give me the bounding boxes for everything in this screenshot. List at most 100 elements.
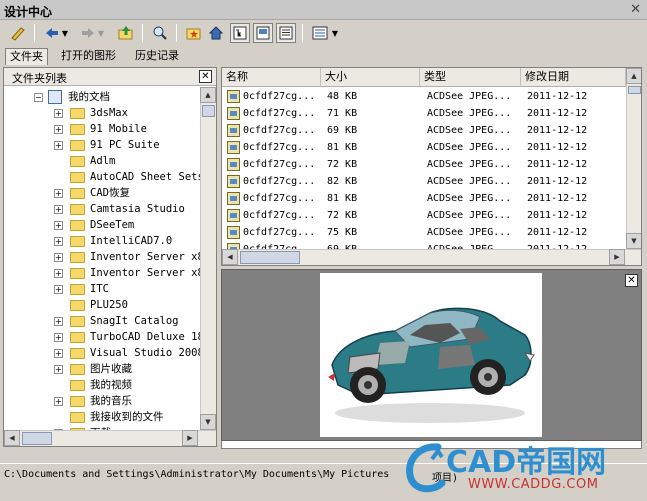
- expand-icon[interactable]: +: [54, 317, 63, 326]
- tree-item-label: DSeeTem: [90, 219, 135, 231]
- tree-item-label: 我的音乐: [90, 395, 132, 407]
- file-row[interactable]: 0cfdf27cg... 71 KB ACDSee JPEG... 2011-12-1…: [222, 105, 626, 122]
- tab-folders[interactable]: 文件夹: [5, 48, 48, 65]
- tree-item[interactable]: + Visual Studio 2008: [4, 345, 201, 361]
- scroll-up-icon[interactable]: ▲: [626, 68, 641, 84]
- folder-icon: [70, 380, 85, 391]
- back-dropdown-icon[interactable]: ▼: [60, 23, 70, 43]
- file-row[interactable]: 0cfdf27cg... 82 KB ACDSee JPEG... 2011-12-1…: [222, 173, 626, 190]
- tree-item[interactable]: + 我的音乐: [4, 393, 201, 409]
- tree-item[interactable]: + CAD恢复: [4, 185, 201, 201]
- tree-item[interactable]: + ITC: [4, 281, 201, 297]
- tab-open-drawings[interactable]: 打开的图形: [57, 48, 120, 65]
- scroll-down-icon[interactable]: ▼: [200, 414, 216, 430]
- tree-item-label: ITC: [90, 283, 109, 295]
- file-row[interactable]: 0cfdf27cg... 48 KB ACDSee JPEG... 2011-12-1…: [222, 88, 626, 105]
- tab-history[interactable]: 历史记录: [131, 48, 183, 65]
- documents-icon: [48, 90, 62, 104]
- expand-icon[interactable]: +: [54, 269, 63, 278]
- expand-icon[interactable]: +: [54, 221, 63, 230]
- column-size[interactable]: 大小: [321, 68, 420, 87]
- column-type[interactable]: 类型: [420, 68, 521, 87]
- jpeg-file-icon: [227, 226, 240, 239]
- search-icon[interactable]: [150, 23, 170, 43]
- expand-icon[interactable]: +: [54, 397, 63, 406]
- file-name: 0cfdf27cg...: [243, 91, 316, 102]
- folder-icon: [70, 252, 85, 263]
- tree-item[interactable]: Adlm: [4, 153, 201, 169]
- tree-item[interactable]: + Camtasia Studio: [4, 201, 201, 217]
- tree-item[interactable]: +3dsMax: [4, 105, 201, 121]
- expand-icon[interactable]: +: [54, 237, 63, 246]
- tree-vscroll[interactable]: ▲ ▼: [200, 87, 216, 430]
- expand-icon[interactable]: +: [54, 285, 63, 294]
- column-date[interactable]: 修改日期: [521, 68, 626, 87]
- views-dropdown-icon[interactable]: ▼: [330, 23, 340, 43]
- scroll-down-icon[interactable]: ▼: [626, 233, 641, 249]
- expand-icon[interactable]: +: [54, 253, 63, 262]
- file-row[interactable]: 0cfdf27cg... 75 KB ACDSee JPEG... 2011-12-1…: [222, 224, 626, 241]
- file-row[interactable]: 0cfdf27cg... 81 KB ACDSee JPEG... 2011-12-1…: [222, 190, 626, 207]
- scroll-right-icon[interactable]: ▶: [182, 430, 198, 446]
- scroll-thumb[interactable]: [628, 86, 641, 94]
- tree-item[interactable]: + IntelliCAD7.0: [4, 233, 201, 249]
- tree-toggle-icon[interactable]: [230, 23, 250, 43]
- file-row[interactable]: 0cfdf27cg... 72 KB ACDSee JPEG... 2011-12-1…: [222, 207, 626, 224]
- file-row[interactable]: 0cfdf27cg... 81 KB ACDSee JPEG... 2011-12-1…: [222, 139, 626, 156]
- jpeg-file-icon: [227, 175, 240, 188]
- tree-hscroll[interactable]: ◀ ▶: [4, 430, 216, 446]
- file-list: 名称 大小 类型 修改日期 0cfdf27cg... 48 KB ACDSee JP…: [221, 67, 642, 266]
- favorites-icon[interactable]: [184, 23, 204, 43]
- scroll-left-icon[interactable]: ◀: [222, 249, 238, 265]
- tree-item[interactable]: AutoCAD Sheet Sets: [4, 169, 201, 185]
- file-row[interactable]: 0cfdf27cg... 69 KB ACDSee JPEG... 2011-12-1…: [222, 122, 626, 139]
- scroll-thumb[interactable]: [22, 432, 52, 445]
- scroll-right-icon[interactable]: ▶: [609, 249, 625, 265]
- expand-icon[interactable]: +: [54, 333, 63, 342]
- expand-icon[interactable]: +: [54, 365, 63, 374]
- file-list-header: 名称 大小 类型 修改日期: [222, 68, 626, 87]
- list-hscroll[interactable]: ◀ ▶: [222, 249, 641, 265]
- tree-item[interactable]: + Inventor Server x86: [4, 265, 201, 281]
- close-icon[interactable]: ✕: [630, 2, 641, 17]
- scroll-up-icon[interactable]: ▲: [200, 87, 216, 103]
- back-icon[interactable]: [42, 23, 62, 43]
- list-vscroll[interactable]: ▲ ▼: [626, 68, 641, 249]
- folder-icon: [70, 108, 85, 119]
- tree-item[interactable]: 我的视频: [4, 377, 201, 393]
- home-icon[interactable]: [206, 23, 226, 43]
- tree-item[interactable]: +91 PC Suite: [4, 137, 201, 153]
- close-icon[interactable]: ✕: [625, 274, 638, 287]
- expand-icon[interactable]: +: [54, 189, 63, 198]
- load-icon[interactable]: [8, 23, 28, 43]
- tree-item[interactable]: + TurboCAD Deluxe 18: [4, 329, 201, 345]
- file-name: 0cfdf27cg...: [243, 125, 316, 136]
- tree-item[interactable]: + 图片收藏: [4, 361, 201, 377]
- views-icon[interactable]: [310, 23, 330, 43]
- tree-item[interactable]: 我接收到的文件: [4, 409, 201, 425]
- up-icon[interactable]: [116, 23, 136, 43]
- close-icon[interactable]: ✕: [199, 70, 212, 83]
- expand-icon[interactable]: +: [54, 125, 63, 134]
- tree-item[interactable]: + SnagIt Catalog: [4, 313, 201, 329]
- tree-item[interactable]: PLU250: [4, 297, 201, 313]
- file-row[interactable]: 0cfdf27cg... 72 KB ACDSee JPEG... 2011-12-1…: [222, 156, 626, 173]
- tree-root[interactable]: − 我的文档: [4, 89, 201, 105]
- description-icon[interactable]: [276, 23, 296, 43]
- expand-icon[interactable]: +: [54, 141, 63, 150]
- expand-icon[interactable]: +: [54, 109, 63, 118]
- preview-icon[interactable]: [253, 23, 273, 43]
- forward-dropdown-icon[interactable]: ▼: [96, 23, 106, 43]
- expand-icon[interactable]: +: [54, 349, 63, 358]
- collapse-icon[interactable]: −: [34, 93, 43, 102]
- scroll-thumb[interactable]: [202, 105, 215, 117]
- scroll-left-icon[interactable]: ◀: [4, 430, 20, 446]
- scroll-thumb[interactable]: [240, 251, 300, 264]
- tree-item[interactable]: + Inventor Server x86: [4, 249, 201, 265]
- tree-item[interactable]: +91 Mobile: [4, 121, 201, 137]
- forward-icon[interactable]: [78, 23, 98, 43]
- file-size: 75 KB: [327, 227, 358, 238]
- tree-item[interactable]: + DSeeTem: [4, 217, 201, 233]
- column-name[interactable]: 名称: [222, 68, 321, 87]
- expand-icon[interactable]: +: [54, 205, 63, 214]
